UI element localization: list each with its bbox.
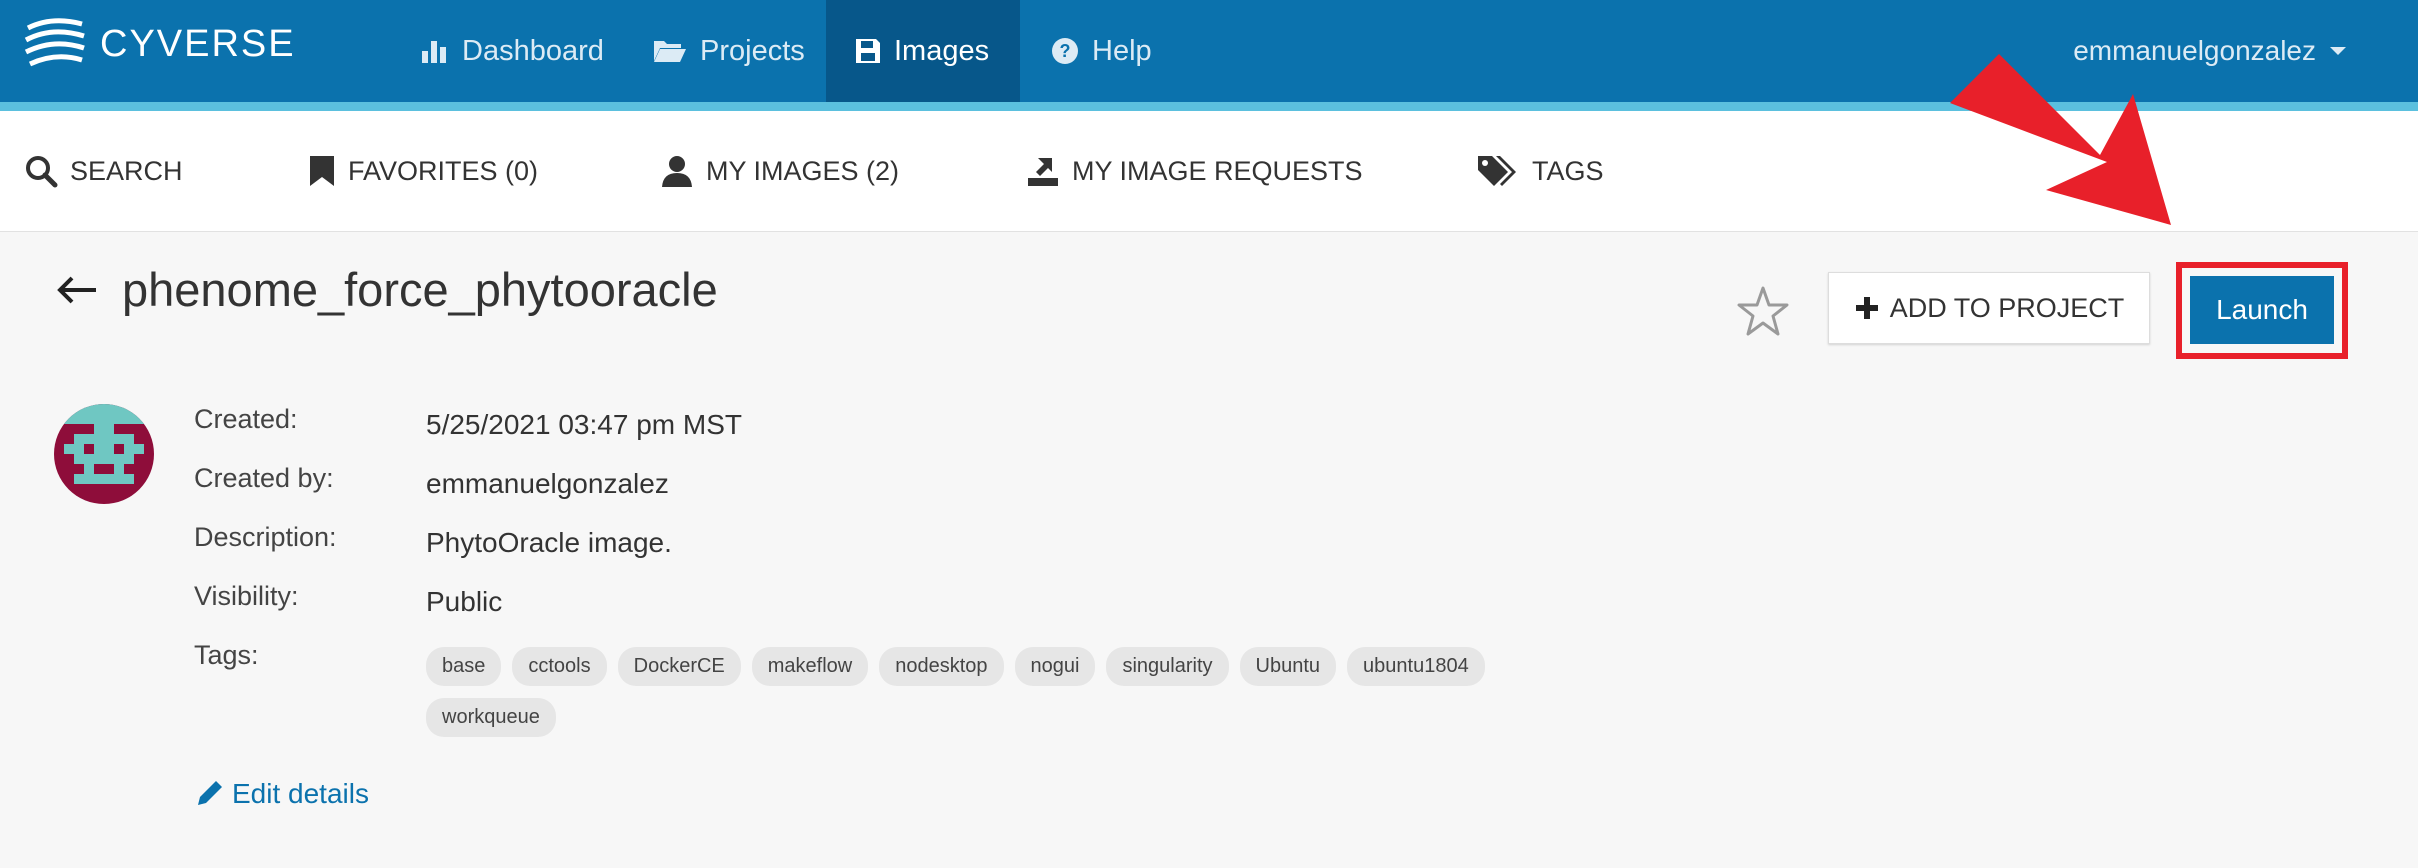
created-value: 5/25/2021 03:47 pm MST [426,409,742,440]
tag-chip[interactable]: singularity [1106,647,1229,686]
description-label: Description: [194,522,337,552]
subnav-favorites[interactable]: FAVORITES (0) [308,111,538,231]
subnav-my-images-label: MY IMAGES (2) [706,155,900,186]
edit-details-link[interactable]: Edit details [194,778,369,810]
tag-chip[interactable]: ubuntu1804 [1347,647,1485,686]
tags-icon [1478,156,1516,186]
annotation-arrow-icon [1950,54,2171,225]
tag-chip[interactable]: nogui [1014,647,1096,686]
visibility-value: Public [426,586,503,617]
page-header: phenome_force_phytooracle [56,262,718,317]
created-by-label: Created by: [194,463,334,493]
tag-chip[interactable]: Ubuntu [1239,647,1337,686]
launch-button[interactable]: Launch [2190,276,2334,344]
subnav-search[interactable]: SEARCH [24,111,183,231]
subnav-my-image-requests-label: MY IMAGE REQUESTS [1072,155,1363,186]
nav-dashboard[interactable]: Dashboard [392,0,632,102]
subnav-my-image-requests[interactable]: MY IMAGE REQUESTS [1026,111,1363,231]
page-title: phenome_force_phytooracle [122,263,718,316]
search-icon [26,156,58,188]
description-value: PhytoOracle image. [426,527,672,558]
tag-chip[interactable]: workqueue [426,698,556,737]
nav-projects[interactable]: Projects [624,0,833,102]
user-icon [662,156,692,187]
folder-open-icon [654,41,686,62]
add-to-project-label: ADD TO PROJECT [1889,292,2125,323]
launch-label: Launch [2216,294,2308,325]
created-label: Created: [194,404,298,434]
created-by-value: emmanuelgonzalez [426,468,669,499]
avatar [54,404,154,504]
subnav-favorites-label: FAVORITES (0) [348,155,539,186]
tags-label: Tags: [194,640,259,670]
subnav-tags[interactable]: TAGS [1476,111,1604,231]
add-to-project-button[interactable]: ADD TO PROJECT [1828,272,2150,344]
tag-chip[interactable]: base [426,647,502,686]
subnav-search-label: SEARCH [70,155,183,186]
subnav-my-images[interactable]: MY IMAGES (2) [660,111,899,231]
pencil-icon [198,781,222,805]
image-request-icon [1028,158,1058,186]
favorite-star-icon[interactable] [1736,285,1790,337]
subnav-tags-label: TAGS [1532,155,1604,186]
caret-down-icon [2330,47,2346,55]
nav-dashboard-label: Dashboard [462,34,604,67]
cyverse-logo[interactable]: CYVERSE [22,14,296,74]
tag-chip[interactable]: DockerCE [617,647,741,686]
tag-chip[interactable]: cctools [512,647,607,686]
tag-chip[interactable]: makeflow [751,647,869,686]
plus-icon [1855,297,1878,319]
edit-details-label: Edit details [232,778,369,809]
bar-chart-icon [422,41,446,63]
floppy-disk-icon [856,39,880,63]
nav-images[interactable]: Images [826,0,1020,102]
nav-help[interactable]: ? Help [1022,0,1180,102]
nav-images-label: Images [894,34,990,67]
tag-chip[interactable]: nodesktop [879,647,1004,686]
bookmark-icon [310,156,334,186]
svg-text:?: ? [1060,41,1071,61]
nav-projects-label: Projects [700,34,805,67]
nav-help-label: Help [1092,34,1152,67]
brand-name: CYVERSE [100,22,296,65]
visibility-label: Visibility: [194,581,299,611]
question-circle-icon: ? [1052,38,1078,64]
cyverse-logo-icon [24,18,85,67]
tag-list: base cctools DockerCE makeflow nodesktop nogu… [426,647,1506,749]
back-arrow-icon[interactable] [56,275,100,305]
